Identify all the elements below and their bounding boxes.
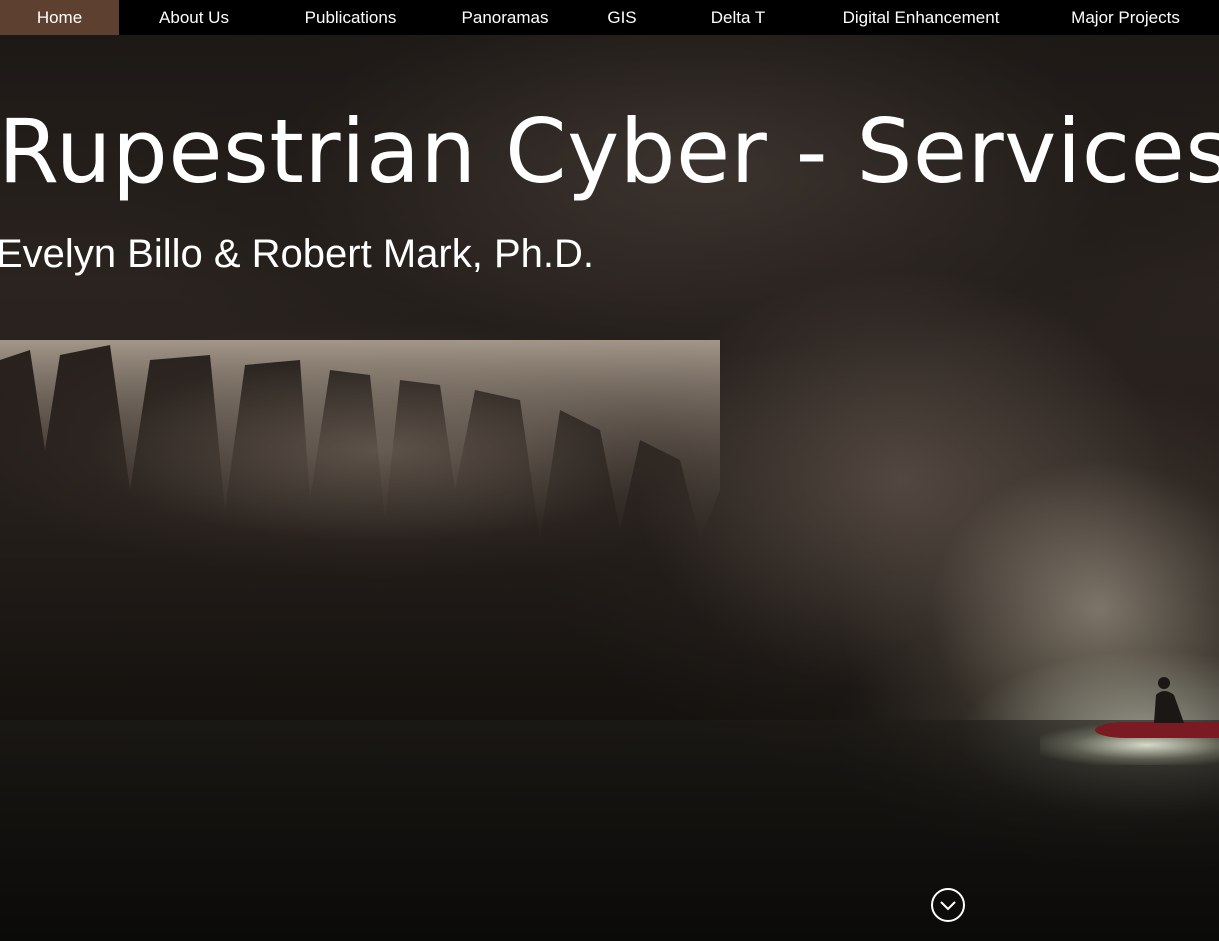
nav-item-about-us[interactable]: About Us (119, 0, 269, 35)
main-nav: Home About Us Publications Panoramas GIS… (0, 0, 1219, 35)
kayaker-silhouette (1154, 677, 1184, 723)
cave-stalactites-image (0, 340, 720, 540)
nav-item-digital-enhancement[interactable]: Digital Enhancement (810, 0, 1032, 35)
scroll-down-button[interactable] (931, 888, 965, 922)
nav-item-major-projects[interactable]: Major Projects (1032, 0, 1219, 35)
nav-item-panoramas[interactable]: Panoramas (432, 0, 578, 35)
page-title: Rupestrian Cyber - Services (0, 100, 1219, 203)
kayak-image (1095, 722, 1219, 738)
nav-item-delta-t[interactable]: Delta T (666, 0, 810, 35)
nav-item-home[interactable]: Home (0, 0, 119, 35)
chevron-down-icon (940, 901, 956, 911)
page-subtitle: Evelyn Billo & Robert Mark, Ph.D. (0, 232, 594, 276)
underground-river (0, 720, 1219, 941)
nav-item-gis[interactable]: GIS (578, 0, 666, 35)
nav-item-publications[interactable]: Publications (269, 0, 432, 35)
